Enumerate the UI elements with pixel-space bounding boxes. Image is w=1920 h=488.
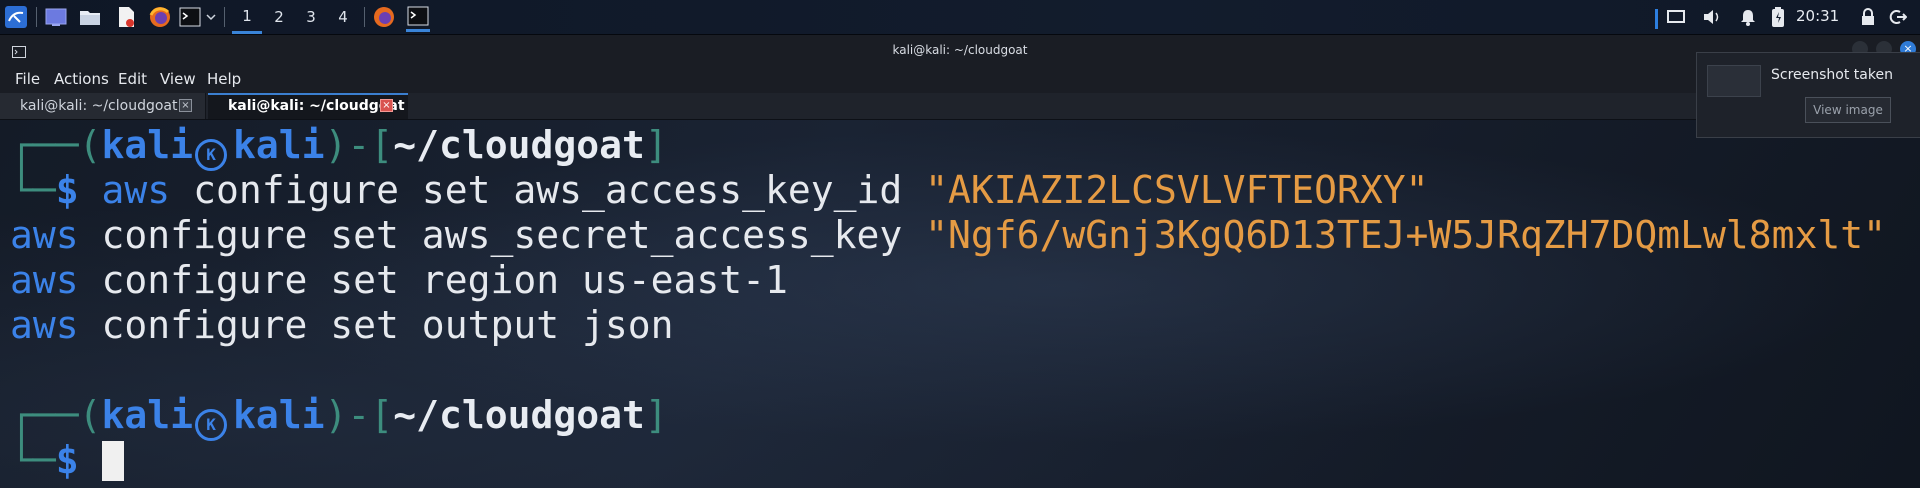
text-cursor [101,441,124,481]
command-args: configure set region us-east-1 [78,258,788,302]
prompt-host: kali [233,123,325,167]
tab-bar: kali@kali: ~/cloudgoat × kali@kali: ~/cl… [0,93,1920,120]
logout-icon[interactable] [1886,5,1910,29]
command-args: configure set output json [78,303,674,347]
kali-menu-icon[interactable] [4,5,28,29]
tab-label: kali@kali: ~/cloudgoat [20,98,178,114]
volume-icon[interactable] [1700,5,1724,29]
kali-dragon-icon: K [195,139,228,171]
prompt-line-1: ┌──(kali Kkali)-[~/cloudgoat] [10,123,668,171]
command-string: "AKIAZI2LCSVLVFTEORXY" [925,168,1429,212]
lock-icon[interactable] [1856,5,1880,29]
firefox-icon[interactable] [148,5,172,29]
tab-2[interactable]: kali@kali: ~/cloudgoat × [208,93,408,119]
battery-icon[interactable] [1770,5,1786,29]
screenshot-thumbnail[interactable] [1707,65,1761,97]
terminal-task-icon[interactable] [406,2,430,32]
command-line-3: aws configure set region us-east-1 [10,258,788,303]
prompt-user: kali [101,123,194,167]
notifications-icon[interactable] [1736,5,1760,29]
prompt-symbol: $ [55,168,79,212]
clock[interactable]: 20:31 [1796,0,1839,34]
prompt-symbol: $ [55,438,79,482]
view-image-button[interactable]: View image [1805,97,1891,123]
tab-label: kali@kali: ~/cloudgoat [228,98,405,114]
menu-actions[interactable]: Actions [54,65,109,93]
terminal-output[interactable]: ┌──(kali Kkali)-[~/cloudgoat] └─$ aws con… [0,120,1920,488]
menu-edit[interactable]: Edit [118,65,147,93]
command-args: configure set aws_secret_access_key [78,213,926,257]
command-line-1: └─$ aws configure set aws_access_key_id … [10,168,1429,212]
menu-bar: File Actions Edit View Help [0,65,1920,93]
prompt-path: ~/cloudgoat [393,393,645,437]
chevron-down-icon[interactable] [204,5,218,29]
prompt-line-2: ┌──(kali Kkali)-[~/cloudgoat] [10,393,668,441]
desktop-icon[interactable] [44,5,68,29]
text-editor-icon[interactable] [114,5,138,29]
kali-dragon-icon: K [195,409,228,441]
command-line-input[interactable]: └─$ [10,438,124,483]
file-manager-icon[interactable] [78,5,102,29]
command-name: aws [10,213,79,257]
prompt-user: kali [101,393,194,437]
firefox-task-icon[interactable] [372,5,396,29]
prompt-path: ~/cloudgoat [393,123,645,167]
command-name: aws [101,168,171,212]
menu-view[interactable]: View [160,65,196,93]
prompt-host: kali [233,393,325,437]
display-icon[interactable] [1664,5,1688,29]
window-titlebar[interactable]: kali@kali: ~/cloudgoat [0,35,1920,65]
command-line-2: aws configure set aws_secret_access_key … [10,213,1886,258]
command-args: configure set aws_access_key_id [170,168,926,212]
close-icon[interactable]: × [179,99,192,112]
command-name: aws [10,258,79,302]
screenshot-notification[interactable]: Screenshot taken View image [1696,52,1920,138]
command-line-4: aws configure set output json [10,303,673,348]
workspace-3[interactable]: 3 [296,0,326,34]
tab-1[interactable]: kali@kali: ~/cloudgoat × [0,93,206,119]
close-icon[interactable]: × [380,99,393,112]
workspace-2[interactable]: 2 [264,0,294,34]
notification-title: Screenshot taken [1771,67,1893,83]
workspace-1[interactable]: 1 [232,0,262,34]
terminal-icon[interactable] [178,5,202,29]
menu-file[interactable]: File [15,65,40,93]
menu-help[interactable]: Help [207,65,241,93]
command-name: aws [10,303,79,347]
command-string: "Ngf6/wGnj3KgQ6D13TEJ+W5JRqZH7DQmLwl8mxl… [925,213,1886,257]
window-title: kali@kali: ~/cloudgoat [892,43,1028,57]
top-panel: 1 2 3 4 20:31 [0,0,1920,35]
workspace-4[interactable]: 4 [328,0,358,34]
